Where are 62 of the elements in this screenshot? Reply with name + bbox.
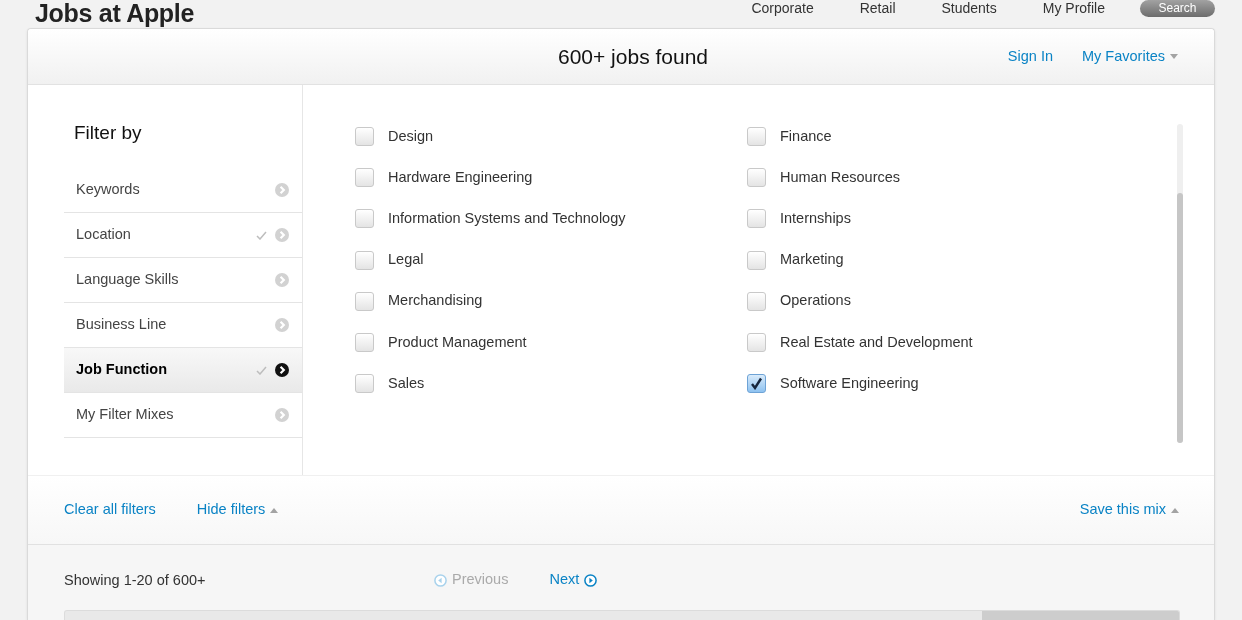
chevron-circle-icon <box>275 363 289 377</box>
caret-down-icon <box>1170 54 1178 60</box>
checkbox[interactable] <box>747 209 766 229</box>
option-label[interactable]: Marketing <box>780 249 844 272</box>
checkbox[interactable] <box>747 250 766 270</box>
option-label[interactable]: Legal <box>388 249 424 272</box>
scrollbar-thumb[interactable] <box>1177 193 1183 443</box>
next-icon <box>584 573 598 587</box>
nav-link[interactable]: My Profile <box>1042 0 1105 16</box>
site-logo[interactable]: Jobs at Apple <box>35 0 195 26</box>
option-label[interactable]: Merchandising <box>388 290 483 313</box>
nav-link[interactable]: Retail <box>859 0 896 16</box>
link[interactable]: Clear all filters <box>64 499 156 521</box>
filter-category[interactable]: Location <box>64 213 302 258</box>
dropdown-link[interactable]: My Favorites <box>1082 45 1178 68</box>
search-button[interactable]: Search <box>1140 0 1215 17</box>
nav-link[interactable]: Students <box>941 0 997 16</box>
checkbox[interactable] <box>355 209 374 229</box>
option-label[interactable]: Software Engineering <box>780 372 919 395</box>
results-count: Showing 1-20 of 600+ <box>64 572 206 588</box>
scrollbar[interactable] <box>1177 124 1183 443</box>
option-label[interactable]: Sales <box>388 372 425 395</box>
filter-category[interactable]: My Filter Mixes <box>64 393 302 438</box>
dropdown-link[interactable]: Hide filters <box>196 499 279 521</box>
checkbox[interactable] <box>355 127 374 147</box>
results-title: 600+ jobs found <box>557 43 708 70</box>
option-label[interactable]: Product Management <box>388 331 527 354</box>
filter-category[interactable]: Keywords <box>64 168 302 213</box>
checkbox[interactable] <box>747 374 766 394</box>
option-label[interactable]: Finance <box>780 125 832 148</box>
option-label[interactable]: Design <box>388 125 434 148</box>
option-label[interactable]: Internships <box>780 208 851 230</box>
checkbox[interactable] <box>747 127 766 147</box>
checkbox[interactable] <box>355 168 374 188</box>
chevron-circle-icon <box>275 183 289 197</box>
caret-up-icon <box>270 507 279 513</box>
filter-category[interactable]: Language Skills <box>64 258 302 303</box>
checkbox[interactable] <box>747 333 766 353</box>
nav-link[interactable]: Corporate <box>751 0 814 16</box>
checkbox[interactable] <box>747 168 766 188</box>
option-label[interactable]: Hardware Engineering <box>388 166 533 189</box>
dropdown-link[interactable]: Save this mix <box>1079 499 1179 521</box>
option-label[interactable]: Operations <box>780 290 851 313</box>
chevron-circle-icon <box>275 228 289 242</box>
option-label[interactable]: Information Systems and Technology <box>388 208 626 230</box>
checkbox[interactable] <box>355 333 374 353</box>
checkbox[interactable] <box>355 250 374 270</box>
next-link[interactable]: Next <box>549 569 598 591</box>
sidebar-heading: Filter by <box>74 121 142 145</box>
chevron-circle-icon <box>275 408 289 422</box>
chevron-circle-icon <box>275 273 289 287</box>
checkbox[interactable] <box>747 291 766 311</box>
previous-icon <box>434 573 447 587</box>
filter-category[interactable]: Job Function <box>64 348 302 393</box>
link[interactable]: Sign In <box>1007 45 1053 68</box>
checkmark-icon <box>750 377 763 391</box>
checkbox[interactable] <box>355 374 374 394</box>
option-label[interactable]: Human Resources <box>780 166 901 189</box>
checkbox[interactable] <box>355 291 374 311</box>
chevron-circle-icon <box>275 318 289 332</box>
caret-up-icon <box>1171 507 1179 513</box>
option-label[interactable]: Real Estate and Development <box>780 331 973 354</box>
